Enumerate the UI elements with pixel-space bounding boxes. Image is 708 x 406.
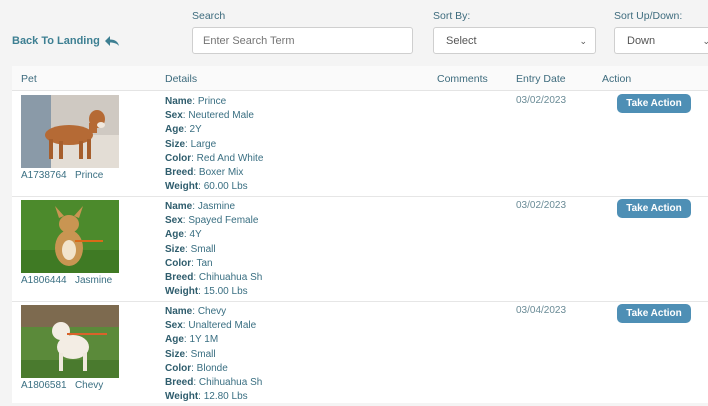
sort-direction-select[interactable]: Down ⌄ [614, 27, 708, 54]
detail-breed: Boxer Mix [198, 167, 244, 179]
pet-caption: A1806444 Jasmine [21, 275, 112, 286]
pet-id: A1738764 [21, 170, 67, 181]
detail-age: 4Y [189, 229, 202, 241]
column-header-comments: Comments [437, 73, 488, 85]
pet-id: A1806581 [21, 380, 67, 391]
detail-weight: 15.00 Lbs [203, 286, 248, 298]
table-row: A1738764 Prince Name: Prince Sex: Neuter… [12, 91, 708, 197]
column-header-action: Action [602, 73, 632, 85]
toolbar: Search Sort By: Sort Up/Down: Back To La… [0, 0, 708, 64]
sort-by-select[interactable]: Select ⌄ [433, 27, 596, 54]
detail-age: 1Y 1M [189, 334, 219, 346]
sort-direction-value: Down [627, 34, 656, 47]
take-action-button[interactable]: Take Action [617, 94, 691, 113]
pet-photo [21, 200, 119, 273]
detail-sex: Neutered Male [188, 110, 254, 122]
detail-name: Prince [197, 96, 227, 107]
pet-name: Prince [74, 170, 104, 181]
column-header-details: Details [165, 73, 198, 85]
detail-color: Red And White [196, 152, 264, 164]
pet-photo [21, 305, 119, 378]
pet-caption: A1806581 Chevy [21, 380, 103, 391]
pet-photo [21, 95, 119, 168]
take-action-button[interactable]: Take Action [617, 304, 691, 323]
detail-sex: Unaltered Male [188, 320, 257, 332]
column-header-pet: Pet [21, 73, 37, 85]
back-to-landing-link[interactable]: Back To Landing [12, 35, 120, 47]
detail-sex: Spayed Female [188, 215, 259, 227]
detail-color: Blonde [196, 362, 228, 374]
detail-breed: Chihuahua Sh [198, 272, 263, 284]
pet-id: A1806444 [21, 275, 67, 286]
chevron-down-icon: ⌄ [579, 36, 587, 46]
chevron-down-icon: ⌄ [702, 36, 708, 46]
sort-by-label: Sort By: [433, 10, 471, 22]
entry-date: 03/02/2023 [516, 200, 567, 211]
back-arrow-icon [104, 35, 120, 47]
pet-name: Jasmine [74, 275, 113, 286]
detail-weight: 60.00 Lbs [203, 181, 248, 193]
pet-details: Name: Chevy Sex: Unaltered Male Age: 1Y … [165, 306, 263, 403]
detail-size: Large [190, 138, 217, 150]
pet-table: Pet Details Comments Entry Date Action A [12, 66, 708, 403]
entry-date: 03/02/2023 [516, 95, 567, 106]
table-row: A1806581 Chevy Name: Chevy Sex: Unaltere… [12, 301, 708, 406]
column-header-entry-date: Entry Date [516, 73, 566, 85]
back-to-landing-label: Back To Landing [12, 35, 100, 47]
pet-caption: A1738764 Prince [21, 170, 103, 181]
detail-name: Jasmine [197, 201, 236, 212]
detail-age: 2Y [189, 124, 202, 136]
detail-breed: Chihuahua Sh [198, 377, 263, 389]
table-header: Pet Details Comments Entry Date Action [12, 66, 708, 91]
search-label: Search [192, 10, 226, 22]
take-action-button[interactable]: Take Action [617, 199, 691, 218]
sort-direction-label: Sort Up/Down: [614, 10, 683, 22]
detail-size: Small [190, 243, 216, 255]
detail-color: Tan [196, 257, 213, 269]
detail-name: Chevy [197, 306, 227, 317]
pet-name: Chevy [74, 380, 104, 391]
detail-weight: 12.80 Lbs [203, 391, 248, 403]
pet-details: Name: Prince Sex: Neutered Male Age: 2Y … [165, 96, 264, 193]
sort-by-value: Select [446, 34, 477, 47]
detail-size: Small [190, 348, 216, 360]
pet-details: Name: Jasmine Sex: Spayed Female Age: 4Y… [165, 201, 263, 298]
table-row: A1806444 Jasmine Name: Jasmine Sex: Spay… [12, 196, 708, 302]
entry-date: 03/04/2023 [516, 305, 567, 316]
search-input[interactable] [192, 27, 413, 54]
